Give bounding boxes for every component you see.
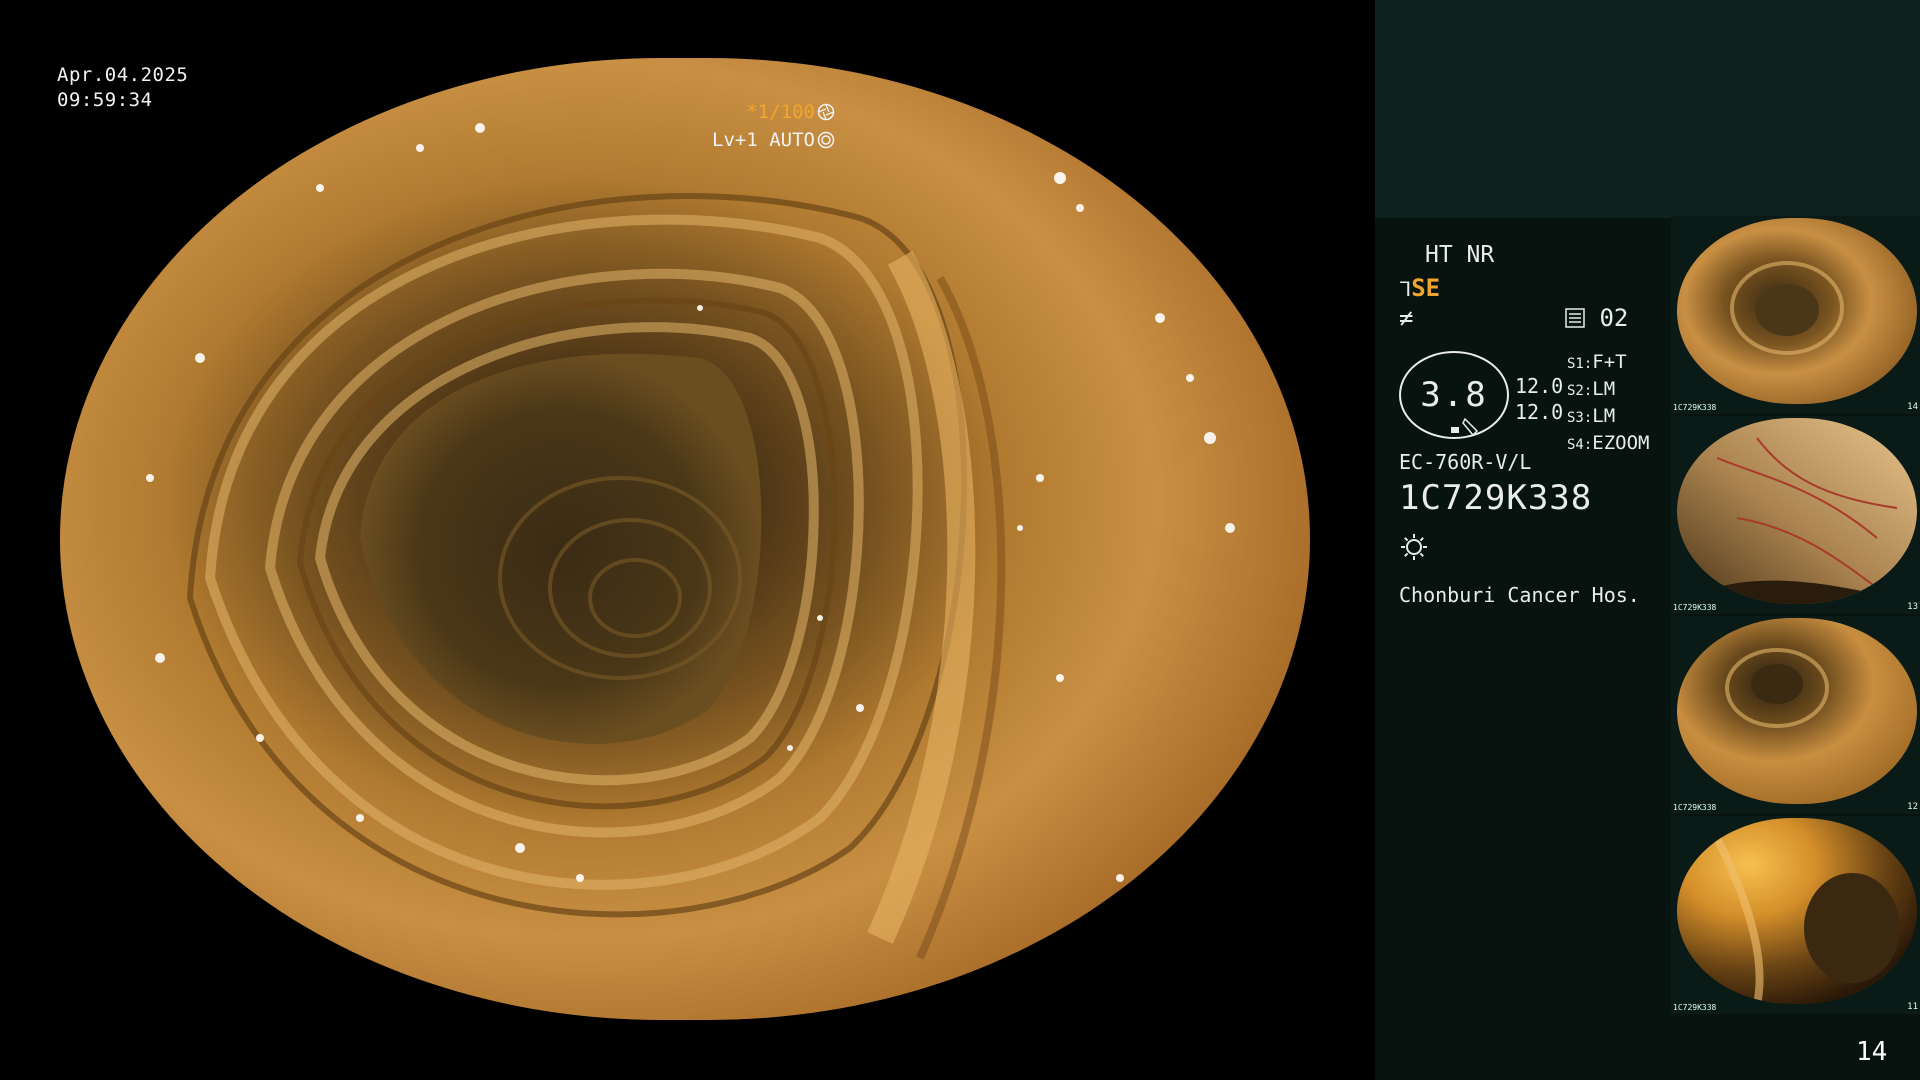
thumbnail-caption: 1C729K338 [1673,603,1717,612]
datetime-display: Apr.04.2025 09:59:34 [57,63,188,113]
zoom-level-b: 12.0 [1515,400,1564,424]
memory-slot: 02 [1565,304,1628,332]
switch-row-1: S1:F+T [1567,351,1627,373]
exposure-settings: *1/100 Lv+1 AUTO [712,98,835,154]
zoom-indicator: 3.8 [1399,351,1509,439]
thumbnail-picture [1677,618,1917,804]
zoom-level-a: 12.0 [1515,374,1564,398]
panel-header [1375,0,1920,218]
scope-model: EC-760R-V/L [1399,450,1532,474]
thumbnail-number: 12 [1907,802,1918,812]
iris-text: Lv+1 AUTO [712,129,815,151]
thumbnail-caption: 1C729K338 [1673,1003,1717,1012]
endoscopy-screen: Apr.04.2025 09:59:34 *1/100 Lv+1 AUTO HT… [0,0,1920,1080]
thumbnail-caption: 1C729K338 [1673,803,1717,812]
iris-icon [817,129,835,149]
thumbnail-number: 11 [1907,1002,1918,1012]
hospital-name: Chonburi Cancer Hos. [1399,583,1640,607]
date-text: Apr.04.2025 [57,64,189,86]
switch-row-3: S3:LM [1567,405,1616,427]
structure-enhance: ᒣSE [1399,274,1440,302]
switch-row-4: S4:EZOOM [1567,432,1650,454]
thumbnail-picture [1677,418,1917,604]
switch-row-2: S2:LM [1567,378,1616,400]
thumbnail-image[interactable]: 1C729K338 13 [1671,416,1920,614]
shutter-speed: *1/100 [712,98,835,126]
endoscope-image [60,58,1310,1020]
thumbnail-number: 13 [1907,602,1918,612]
thumbnail-picture [1677,818,1917,1004]
se-label: SE [1411,274,1441,302]
zoom-scale-icon [1451,417,1479,435]
thumbnail-picture [1677,218,1917,404]
light-source-icon [1401,534,1427,560]
color-mode-icon: ≠ [1399,304,1414,332]
endoscope-main-view: Apr.04.2025 09:59:34 *1/100 Lv+1 AUTO [0,0,1375,1080]
thumbnail-number: 14 [1907,402,1918,412]
iris-level: Lv+1 AUTO [712,126,835,154]
thumbnail-image[interactable]: 1C729K338 14 [1671,216,1920,414]
scope-serial: 1C729K338 [1399,478,1593,518]
thumbnail-caption: 1C729K338 [1673,403,1717,412]
thumbnail-image[interactable]: 1C729K338 12 [1671,616,1920,814]
time-text: 09:59:34 [57,89,153,111]
memory-number: 02 [1599,304,1629,332]
shutter-icon [817,101,835,121]
thumbnail-image[interactable]: 1C729K338 11 [1671,816,1920,1014]
memory-icon [1565,306,1585,328]
page-number: 14 [1856,1037,1888,1067]
shutter-text: *1/100 [746,101,815,123]
ht-nr-label: HT NR [1425,242,1495,268]
scope-switches: S1:F+T S2:LM S3:LM S4:EZOOM [1567,350,1650,458]
enhance-icon: ᒣ [1399,277,1412,301]
